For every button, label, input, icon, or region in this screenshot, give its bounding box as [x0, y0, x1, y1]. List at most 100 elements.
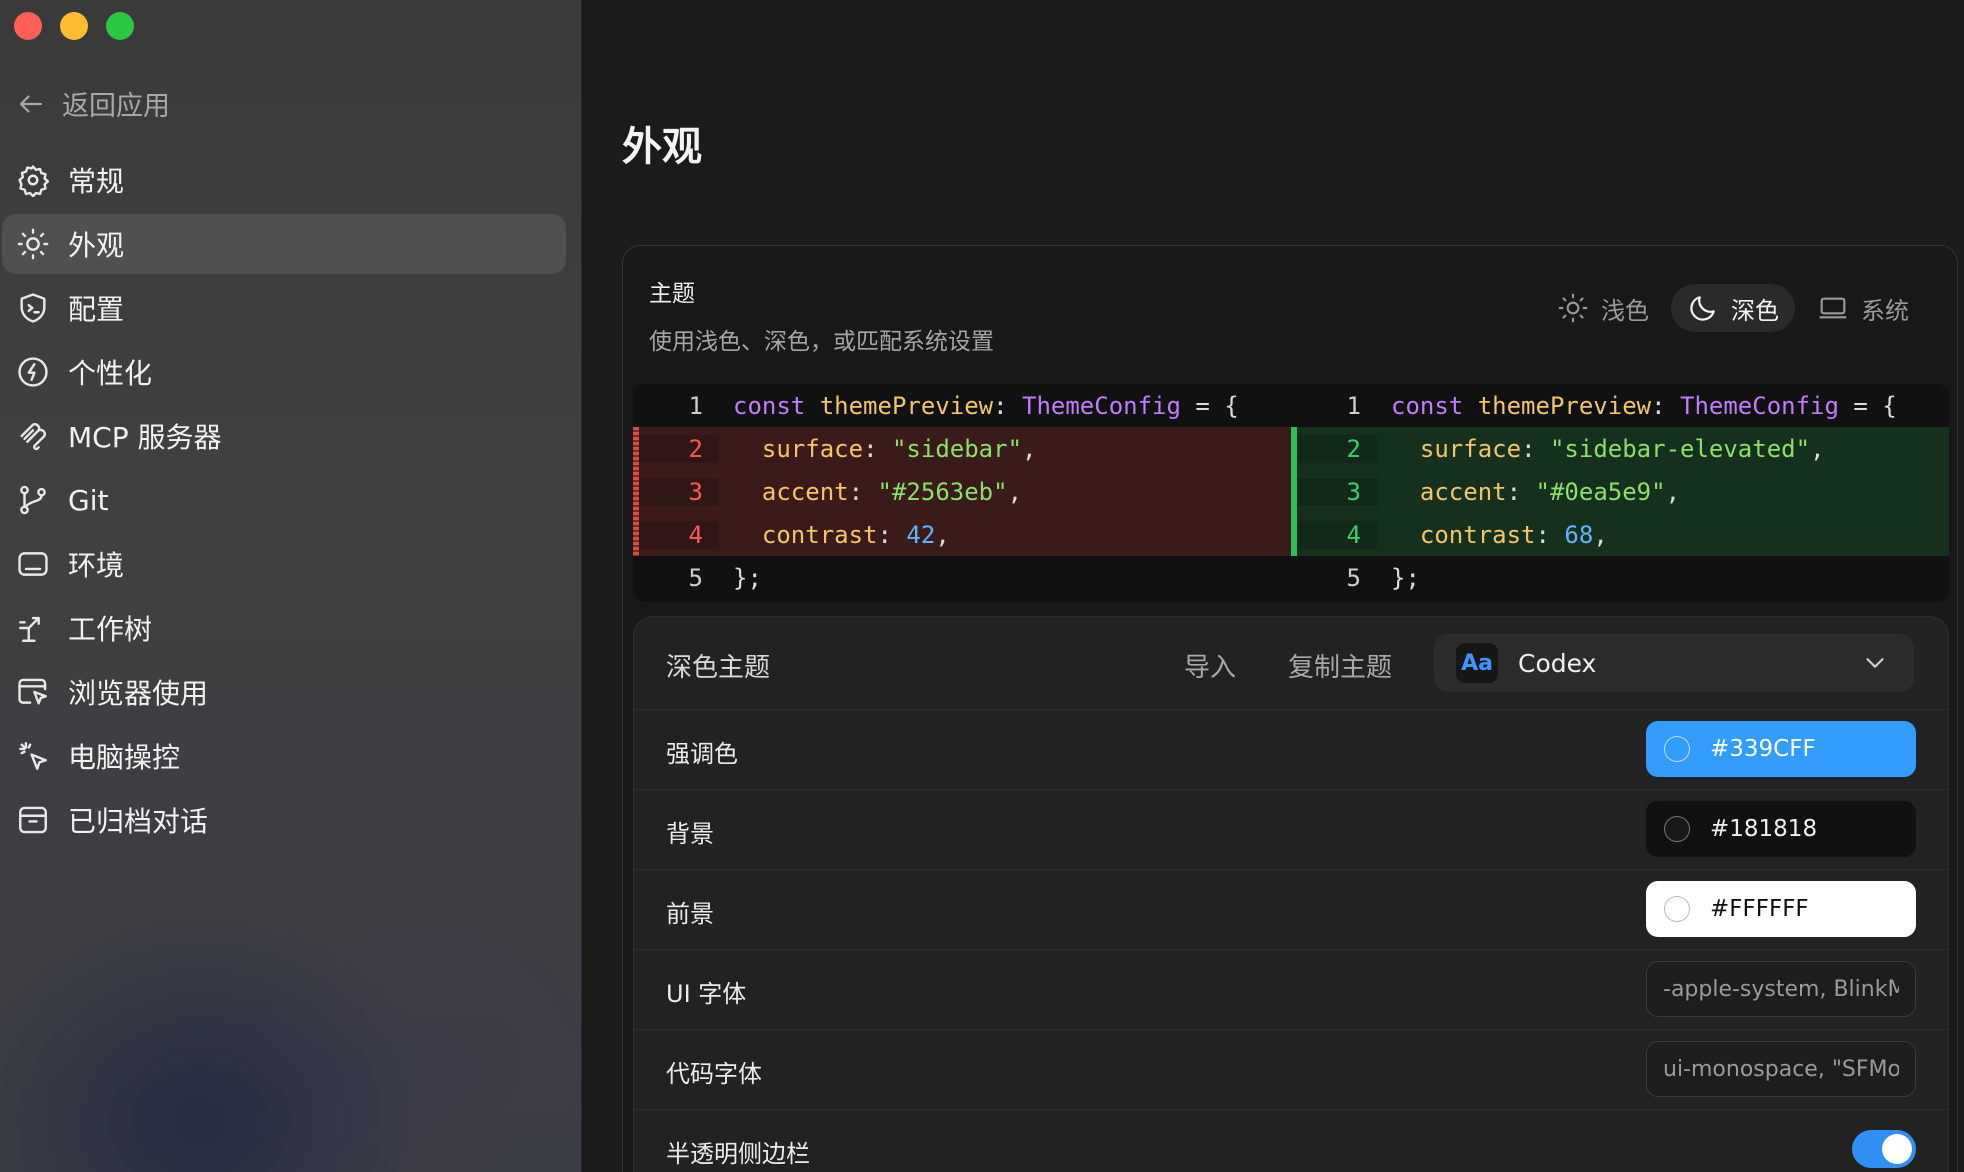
zoom-window-button[interactable] — [106, 12, 134, 40]
theme-light-label: 浅色 — [1601, 296, 1649, 325]
close-window-button[interactable] — [14, 12, 42, 40]
line-number: 3 — [633, 477, 719, 506]
page-title: 外观 — [622, 124, 702, 170]
sidebar: 返回应用 常规 外观 配置 个性化 MCP 服务器 Git 环境 工作树 浏览器… — [0, 0, 582, 1172]
accent-color-row: 强调色 #339CFF — [634, 709, 1948, 789]
dark-theme-title: 深色主题 — [666, 653, 771, 683]
toggle-knob — [1882, 1134, 1912, 1164]
sidebar-item-label: 环境 — [68, 549, 125, 582]
font-preview-icon: Aa — [1456, 643, 1498, 683]
diff-line-added: 3 accent: "#0ea5e9", — [1291, 470, 1949, 513]
foreground-color-value: #FFFFFF — [1710, 896, 1809, 922]
code-text: const themePreview: ThemeConfig = { — [1391, 391, 1897, 420]
archive-icon — [19, 806, 47, 834]
sidebar-item-mcp[interactable]: MCP 服务器 — [2, 406, 566, 466]
code-text: contrast: 42, — [761, 520, 950, 549]
sidebar-item-personalization[interactable]: 个性化 — [2, 342, 566, 402]
line-number: 1 — [1346, 391, 1361, 420]
window-controls — [14, 12, 134, 40]
sidebar-item-worktree[interactable]: 工作树 — [2, 598, 566, 658]
diff-line-removed: 3 accent: "#2563eb", — [633, 470, 1291, 513]
diff-line-removed: 2 surface: "sidebar", — [633, 427, 1291, 470]
code-text: }; — [1391, 563, 1420, 592]
code-text: contrast: 68, — [1419, 520, 1608, 549]
minimize-window-button[interactable] — [60, 12, 88, 40]
computer-control-icon — [19, 742, 47, 770]
sidebar-item-appearance[interactable]: 外观 — [2, 214, 566, 274]
sidebar-item-browser-use[interactable]: 浏览器使用 — [2, 662, 566, 722]
sidebar-item-label: MCP 服务器 — [68, 421, 222, 454]
theme-light-button[interactable]: 浅色 — [1541, 284, 1665, 332]
back-to-app-button[interactable]: 返回应用 — [16, 84, 170, 123]
accent-color-picker[interactable]: #339CFF — [1646, 721, 1916, 777]
theme-system-button[interactable]: 系统 — [1801, 284, 1925, 332]
sidebar-item-label: 配置 — [68, 293, 125, 326]
diff-line: 1 const themePreview: ThemeConfig = { — [1291, 384, 1949, 427]
accent-color-label: 强调色 — [666, 740, 738, 768]
translucent-sidebar-row: 半透明侧边栏 — [634, 1109, 1948, 1172]
line-number: 2 — [633, 434, 719, 463]
code-font-input[interactable] — [1646, 1041, 1916, 1097]
sidebar-item-archived[interactable]: 已归档对话 — [2, 790, 566, 850]
sidebar-item-computer-control[interactable]: 电脑操控 — [2, 726, 566, 786]
color-swatch-dot — [1664, 736, 1690, 762]
diff-line-added: 4 contrast: 68, — [1291, 513, 1949, 556]
theme-dark-button[interactable]: 深色 — [1671, 284, 1795, 332]
theme-preset-select[interactable]: Aa Codex — [1434, 634, 1914, 692]
diff-pane-before: 1 const themePreview: ThemeConfig = { 2 … — [633, 384, 1291, 602]
background-color-value: #181818 — [1710, 816, 1818, 842]
foreground-color-row: 前景 #FFFFFF — [634, 869, 1948, 949]
sidebar-item-label: 浏览器使用 — [68, 677, 209, 710]
sidebar-item-general[interactable]: 常规 — [2, 150, 566, 210]
sidebar-item-config[interactable]: 配置 — [2, 278, 566, 338]
code-font-row: 代码字体 — [634, 1029, 1948, 1109]
git-branch-icon — [20, 485, 46, 515]
line-number: 5 — [688, 563, 703, 592]
color-swatch-dot — [1664, 896, 1690, 922]
line-number: 2 — [1291, 434, 1377, 463]
ui-font-row: UI 字体 — [634, 949, 1948, 1029]
diff-line-removed: 4 contrast: 42, — [633, 513, 1291, 556]
diff-line-added: 2 surface: "sidebar-elevated", — [1291, 427, 1949, 470]
dark-theme-panel: 深色主题 导入 复制主题 Aa Codex 强调色 #339CFF 背景 #18… — [633, 616, 1949, 1172]
line-number: 4 — [633, 520, 719, 549]
theme-mode-selector: 浅色 深色 系统 — [1541, 284, 1925, 332]
code-text: const themePreview: ThemeConfig = { — [733, 391, 1239, 420]
gear-icon — [18, 165, 50, 197]
diff-line: 5 }; — [1291, 556, 1949, 599]
diff-line: 5 }; — [633, 556, 1291, 599]
added-marker — [1291, 427, 1297, 556]
main-content: 外观 主题 使用浅色、深色，或匹配系统设置 浅色 深色 系统 1 const t… — [582, 0, 1964, 1172]
theme-heading: 主题 — [649, 281, 695, 307]
translucent-sidebar-label: 半透明侧边栏 — [666, 1140, 810, 1168]
back-label: 返回应用 — [62, 91, 170, 122]
theme-preset-value: Codex — [1518, 648, 1597, 678]
code-text: accent: "#2563eb", — [761, 477, 1023, 506]
sidebar-item-label: 个性化 — [68, 357, 153, 390]
environment-icon — [18, 552, 48, 576]
dark-theme-header: 深色主题 导入 复制主题 Aa Codex — [634, 617, 1948, 709]
sidebar-item-git[interactable]: Git — [2, 470, 566, 530]
sidebar-item-environment[interactable]: 环境 — [2, 534, 566, 594]
ui-font-label: UI 字体 — [666, 980, 747, 1008]
foreground-color-picker[interactable]: #FFFFFF — [1646, 881, 1916, 937]
line-number: 5 — [1346, 563, 1361, 592]
line-number: 1 — [688, 391, 703, 420]
personalize-icon — [18, 357, 48, 387]
ui-font-input[interactable] — [1646, 961, 1916, 1017]
sidebar-item-label: Git — [68, 483, 109, 517]
translucent-sidebar-toggle[interactable] — [1852, 1130, 1916, 1168]
theme-description: 使用浅色、深色，或匹配系统设置 — [649, 329, 994, 355]
import-theme-button[interactable]: 导入 — [1184, 647, 1236, 684]
line-number: 3 — [1291, 477, 1377, 506]
sidebar-item-label: 外观 — [68, 229, 125, 262]
theme-dark-label: 深色 — [1731, 296, 1779, 325]
browser-cursor-icon — [18, 678, 47, 705]
sidebar-item-label: 电脑操控 — [68, 741, 181, 774]
code-text: surface: "sidebar", — [761, 434, 1037, 463]
code-text: accent: "#0ea5e9", — [1419, 477, 1681, 506]
theme-diff-preview: 1 const themePreview: ThemeConfig = { 2 … — [633, 384, 1949, 602]
background-color-picker[interactable]: #181818 — [1646, 801, 1916, 857]
sun-icon — [1558, 293, 1588, 323]
copy-theme-button[interactable]: 复制主题 — [1288, 647, 1392, 684]
